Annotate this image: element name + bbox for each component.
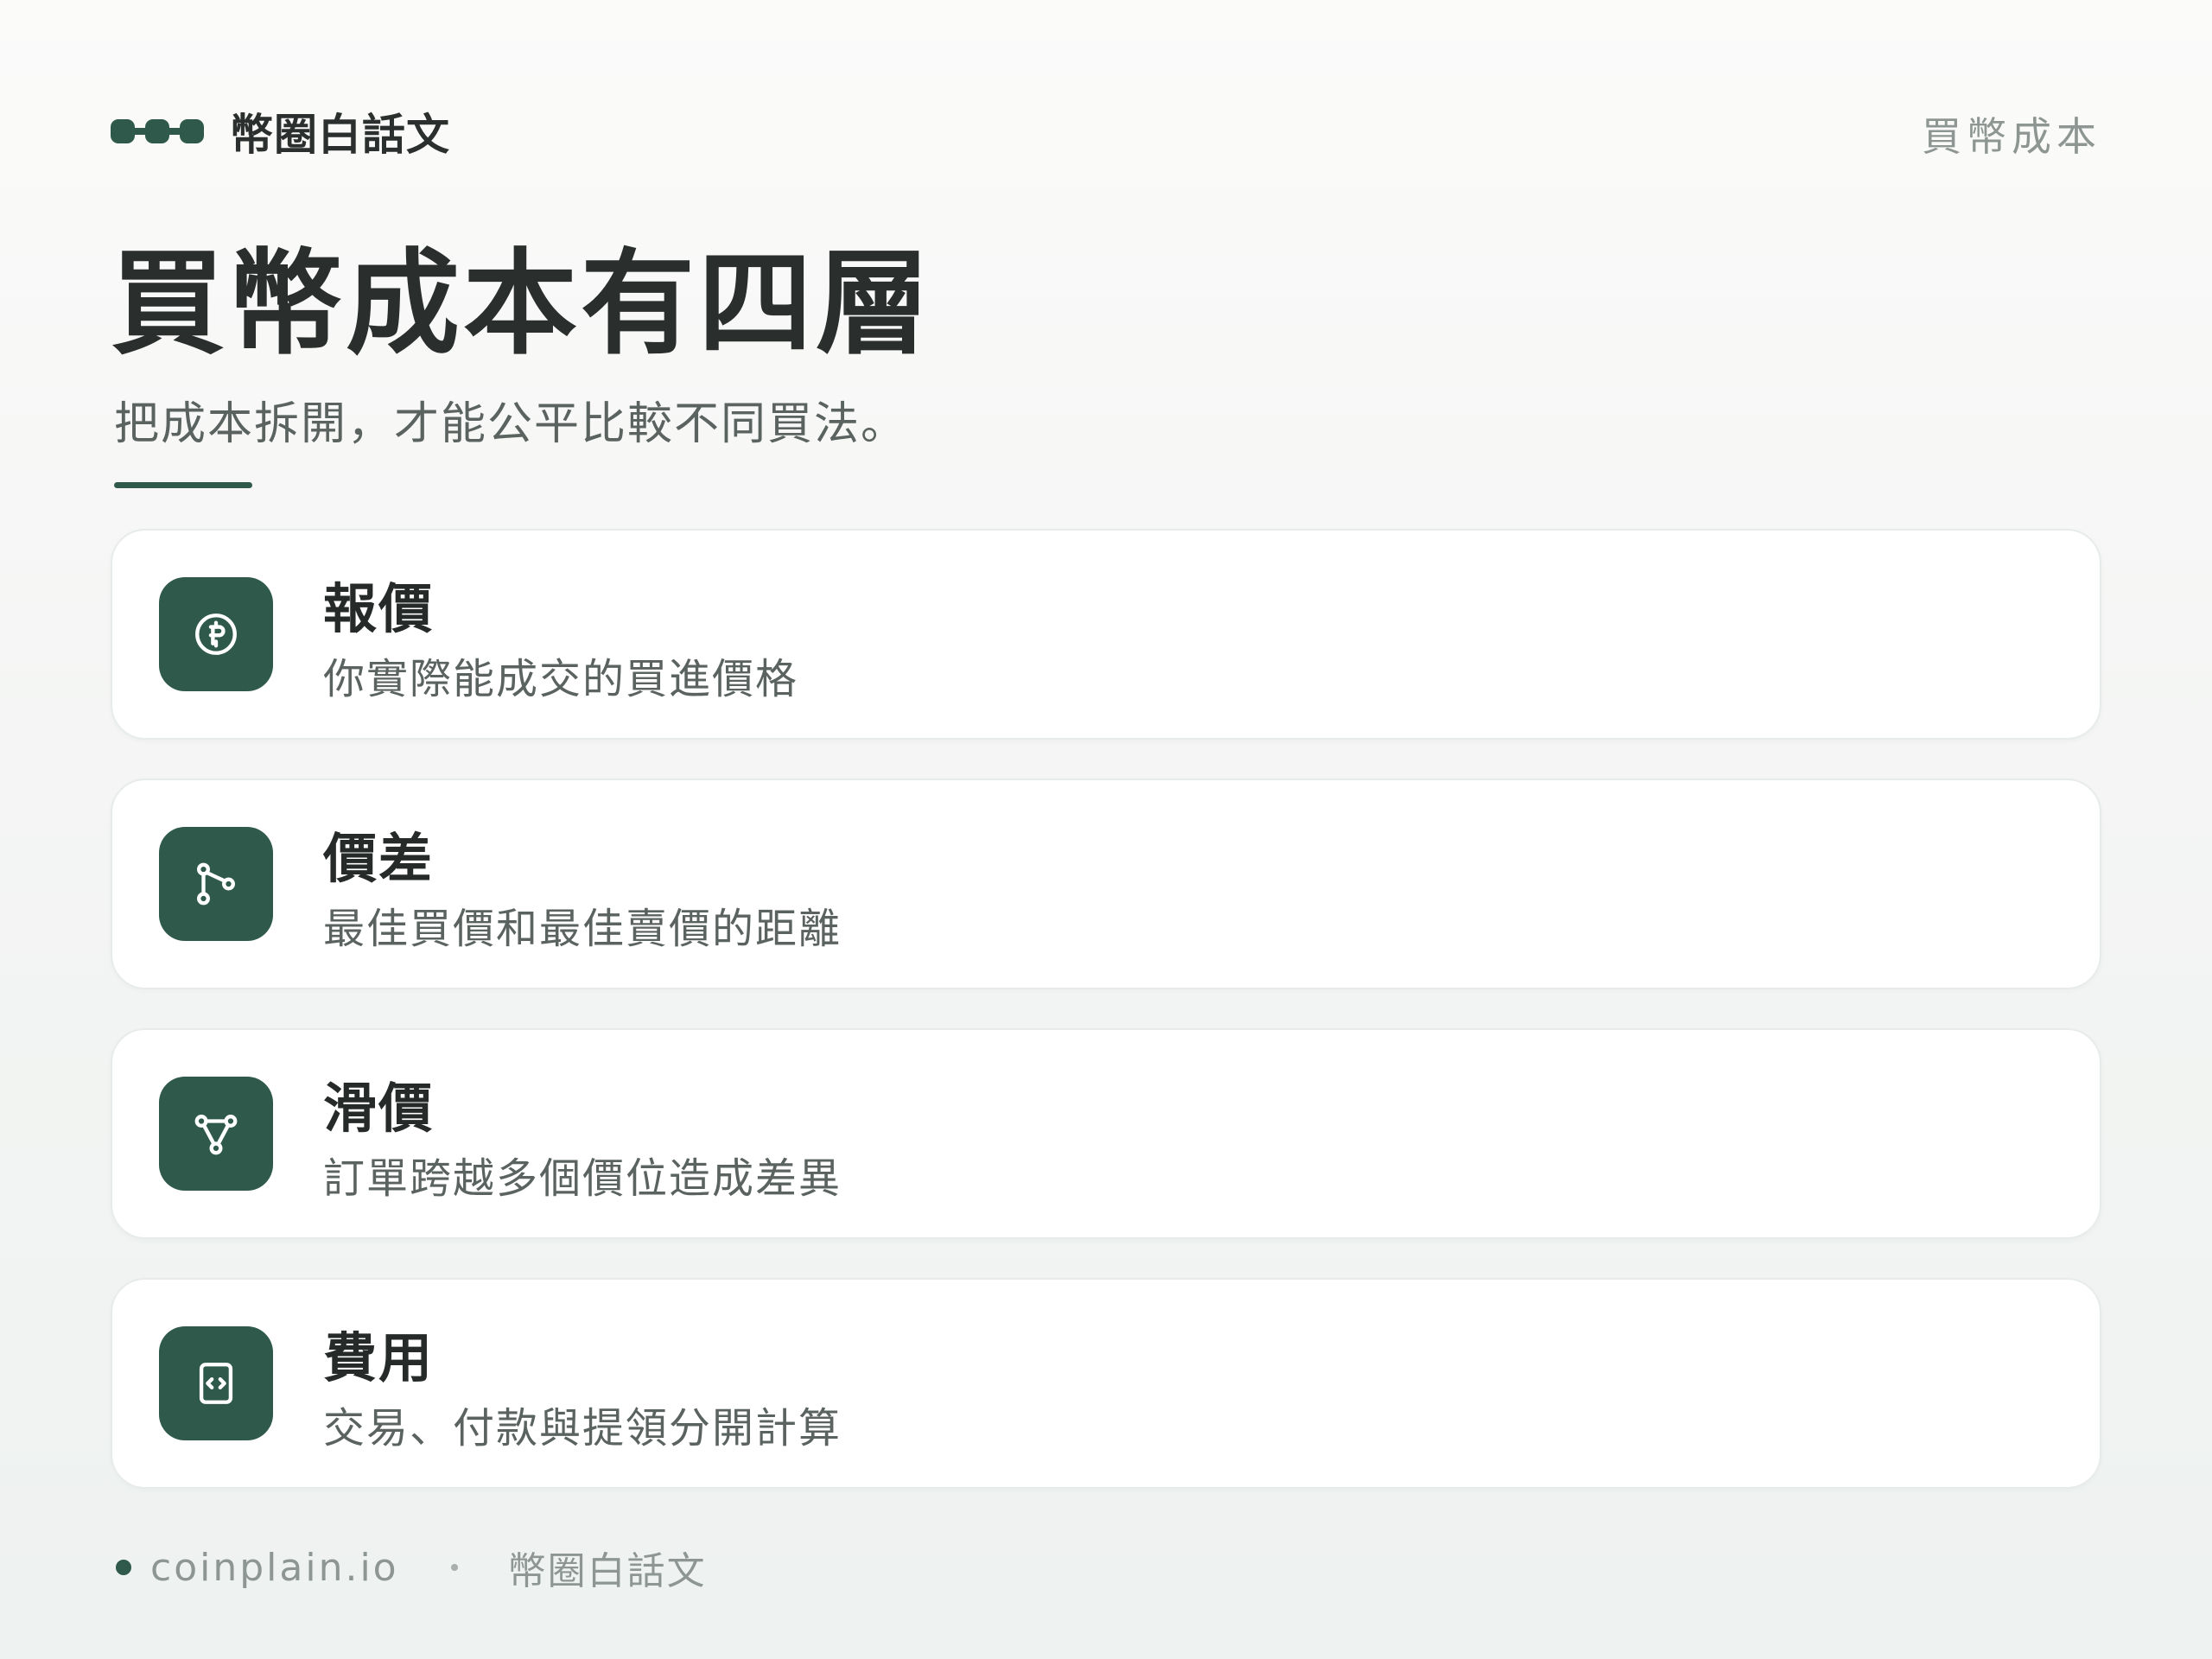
footer: coinplain.io 幣圈白話文: [116, 1540, 707, 1595]
brand: 幣圈白話文: [111, 104, 450, 160]
title-underline: [114, 482, 252, 488]
card-description: 你實際能成交的買進價格: [323, 655, 799, 703]
separator-dot-icon: [450, 1564, 458, 1571]
code-file-icon: [159, 1326, 273, 1440]
card-fees: 費用 交易、付款與提領分開計算: [111, 1278, 2101, 1489]
card-slippage: 滑價 訂單跨越多個價位造成差異: [111, 1028, 2101, 1239]
card-title: 滑價: [323, 1077, 435, 1140]
cost-layers-list: 報價 你實際能成交的買進價格 價差 最佳買價和最佳賣價的距離 滑價 訂單跨越多個…: [111, 529, 2101, 1528]
card-description: 訂單跨越多個價位造成差異: [323, 1154, 842, 1203]
footer-brand: 幣圈白話文: [507, 1549, 707, 1593]
card-title: 費用: [323, 1326, 435, 1389]
git-branch-icon: [159, 827, 273, 941]
bullet-dot-icon: [116, 1560, 131, 1575]
card-quote: 報價 你實際能成交的買進價格: [111, 529, 2101, 740]
page-subtitle: 把成本拆開，才能公平比較不同買法。: [114, 398, 908, 450]
topic-tag: 買幣成本: [1922, 113, 2101, 160]
card-description: 最佳買價和最佳賣價的距離: [323, 905, 842, 953]
chain-logo-icon: [111, 119, 204, 143]
network-icon: [159, 1077, 273, 1191]
card-title: 報價: [323, 577, 435, 640]
page-title: 買幣成本有四層: [111, 238, 933, 371]
coin-icon: [159, 577, 273, 691]
card-title: 價差: [323, 827, 435, 890]
card-description: 交易、付款與提領分開計算: [323, 1404, 842, 1452]
footer-domain: coinplain.io: [150, 1545, 399, 1590]
brand-name: 幣圈白話文: [230, 110, 450, 160]
card-spread: 價差 最佳買價和最佳賣價的距離: [111, 779, 2101, 989]
